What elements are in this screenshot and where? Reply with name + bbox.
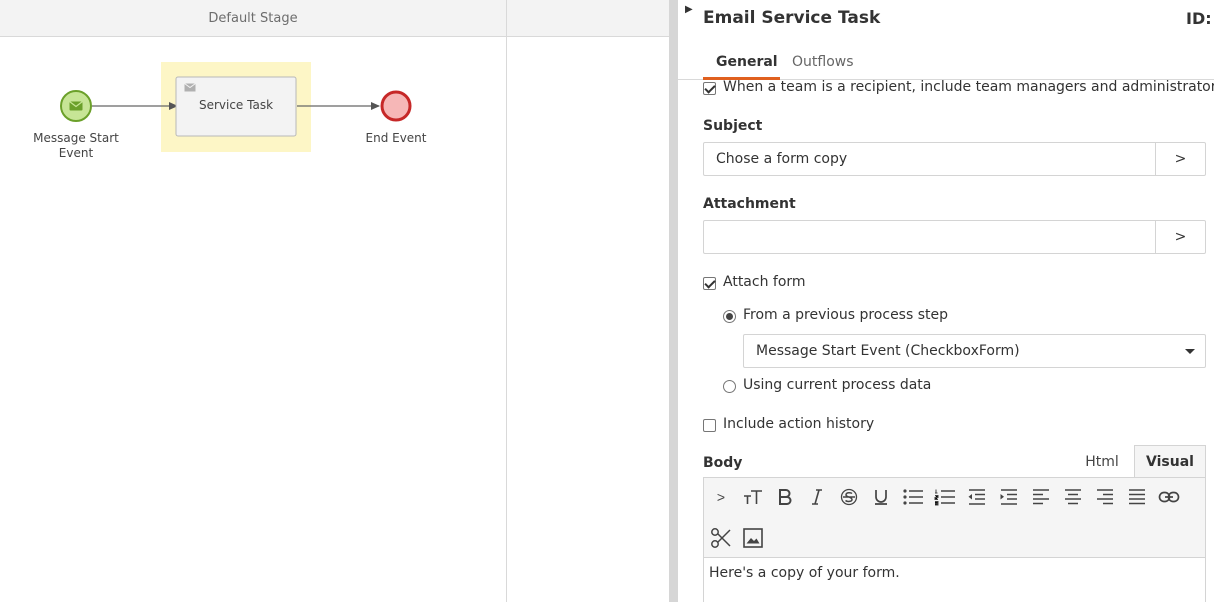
outdent-icon[interactable]	[964, 484, 990, 510]
start-event-label-line1: Message Start	[33, 131, 119, 145]
attachment-picker-button[interactable]: >	[1156, 220, 1206, 254]
panel-title: Email Service Task	[703, 8, 881, 28]
attach-form-label: Attach form	[723, 274, 806, 290]
using-current-data-label: Using current process data	[743, 377, 932, 393]
service-task-label: Service Task	[199, 98, 273, 112]
attachment-input[interactable]	[703, 220, 1156, 254]
align-right-icon[interactable]	[1092, 484, 1118, 510]
tab-html[interactable]: Html	[1070, 446, 1134, 477]
strikethrough-icon[interactable]	[836, 484, 862, 510]
body-label: Body	[703, 455, 743, 471]
image-icon[interactable]	[740, 525, 766, 551]
italic-icon[interactable]	[804, 484, 830, 510]
editor-toolbar: >	[703, 477, 1206, 558]
align-center-icon[interactable]	[1060, 484, 1086, 510]
attach-form-checkbox[interactable]	[703, 277, 716, 290]
cut-icon[interactable]	[708, 525, 734, 551]
end-event-label: End Event	[366, 131, 427, 145]
indent-icon[interactable]	[996, 484, 1022, 510]
panel-splitter[interactable]	[669, 0, 678, 602]
properties-panel: ▶ Email Service Task ID: 2 General Outfl…	[678, 0, 1214, 602]
bullet-list-icon[interactable]	[900, 484, 926, 510]
form-source-select-value: Message Start Event (CheckboxForm)	[756, 343, 1020, 359]
form-source-select[interactable]: Message Start Event (CheckboxForm)	[743, 334, 1206, 368]
font-size-icon[interactable]	[740, 484, 766, 510]
bold-icon[interactable]	[772, 484, 798, 510]
include-team-managers-checkbox[interactable]	[703, 82, 716, 95]
source-toggle-label: >	[716, 489, 726, 505]
link-icon[interactable]	[1156, 484, 1182, 510]
subject-label: Subject	[703, 118, 763, 134]
caret-down-icon	[1185, 349, 1195, 354]
tab-general[interactable]: General	[716, 54, 778, 70]
attachment-label: Attachment	[703, 196, 796, 212]
subject-input[interactable]: Chose a form copy	[703, 142, 1156, 176]
envelope-icon	[69, 101, 83, 111]
include-action-history-label: Include action history	[723, 416, 875, 432]
from-previous-step-radio[interactable]	[723, 310, 736, 323]
numbered-list-icon[interactable]	[932, 484, 958, 510]
process-canvas[interactable]: Default Stage Message Start Event Servic…	[0, 0, 669, 602]
include-team-managers-label: When a team is a recipient, include team…	[723, 79, 1214, 95]
start-event-label-line2: Event	[59, 146, 94, 160]
collapse-triangle-icon[interactable]: ▶	[685, 4, 693, 15]
from-previous-step-label: From a previous process step	[743, 307, 949, 323]
source-code-button[interactable]: >	[708, 484, 734, 510]
process-diagram: Message Start Event Service Task End Eve…	[33, 62, 427, 160]
end-event[interactable]: End Event	[366, 90, 427, 145]
include-action-history-checkbox[interactable]	[703, 419, 716, 432]
justify-icon[interactable]	[1124, 484, 1150, 510]
panel-tabs: General Outflows	[678, 50, 1214, 80]
using-current-data-radio[interactable]	[723, 380, 736, 393]
subject-picker-button[interactable]: >	[1156, 142, 1206, 176]
align-left-icon[interactable]	[1028, 484, 1054, 510]
mail-task-icon	[184, 83, 196, 92]
service-task[interactable]: Service Task	[175, 76, 297, 137]
tab-visual[interactable]: Visual	[1134, 445, 1206, 477]
tab-outflows[interactable]: Outflows	[792, 54, 854, 70]
underline-icon[interactable]	[868, 484, 894, 510]
element-id: ID: 2	[1186, 9, 1214, 28]
body-editor[interactable]: Here's a copy of your form.	[703, 557, 1206, 602]
message-start-event[interactable]: Message Start Event	[33, 90, 119, 160]
